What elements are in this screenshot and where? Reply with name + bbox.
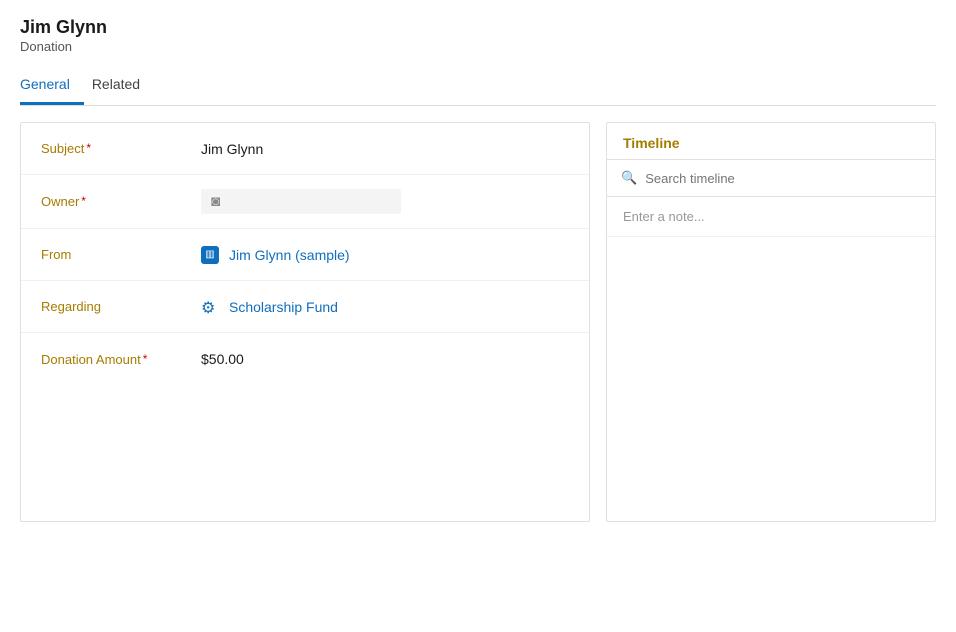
field-row-owner: Owner * ◙	[21, 175, 589, 229]
tab-general[interactable]: General	[20, 68, 84, 105]
field-row-donation-amount: Donation Amount * $50.00	[21, 333, 589, 385]
field-row-from: From ▥ Jim Glynn (sample)	[21, 229, 589, 281]
label-from: From	[41, 247, 201, 262]
page-title: Jim Glynn	[20, 16, 936, 39]
required-asterisk-owner: *	[81, 194, 86, 208]
contact-icon: ▥	[201, 246, 219, 264]
label-donation-amount: Donation Amount *	[41, 352, 201, 367]
label-owner: Owner *	[41, 194, 201, 209]
page-subtitle: Donation	[20, 39, 936, 54]
value-from[interactable]: ▥ Jim Glynn (sample)	[201, 246, 569, 264]
timeline-header: Timeline	[607, 123, 935, 160]
timeline-search-bar[interactable]: 🔍	[607, 160, 935, 197]
timeline-panel: Timeline 🔍 Enter a note...	[606, 122, 936, 522]
required-asterisk-donation: *	[143, 352, 148, 366]
search-icon: 🔍	[621, 170, 637, 186]
owner-input[interactable]: ◙	[201, 189, 401, 214]
main-layout: Subject * Jim Glynn Owner * ◙ From ▥ Jim…	[20, 122, 936, 522]
field-row-regarding: Regarding ⚙ Scholarship Fund	[21, 281, 589, 333]
required-asterisk-subject: *	[86, 141, 91, 155]
value-donation-amount[interactable]: $50.00	[201, 351, 569, 367]
value-regarding[interactable]: ⚙ Scholarship Fund	[201, 298, 569, 316]
label-regarding: Regarding	[41, 299, 201, 314]
timeline-note-placeholder[interactable]: Enter a note...	[607, 197, 935, 237]
form-card: Subject * Jim Glynn Owner * ◙ From ▥ Jim…	[20, 122, 590, 522]
label-subject: Subject *	[41, 141, 201, 156]
tabs-bar: General Related	[20, 68, 936, 106]
field-row-subject: Subject * Jim Glynn	[21, 123, 589, 175]
tab-related[interactable]: Related	[92, 68, 154, 105]
person-icon: ◙	[211, 193, 220, 210]
fund-icon: ⚙	[201, 298, 219, 316]
search-timeline-input[interactable]	[645, 171, 921, 186]
value-subject[interactable]: Jim Glynn	[201, 141, 569, 157]
